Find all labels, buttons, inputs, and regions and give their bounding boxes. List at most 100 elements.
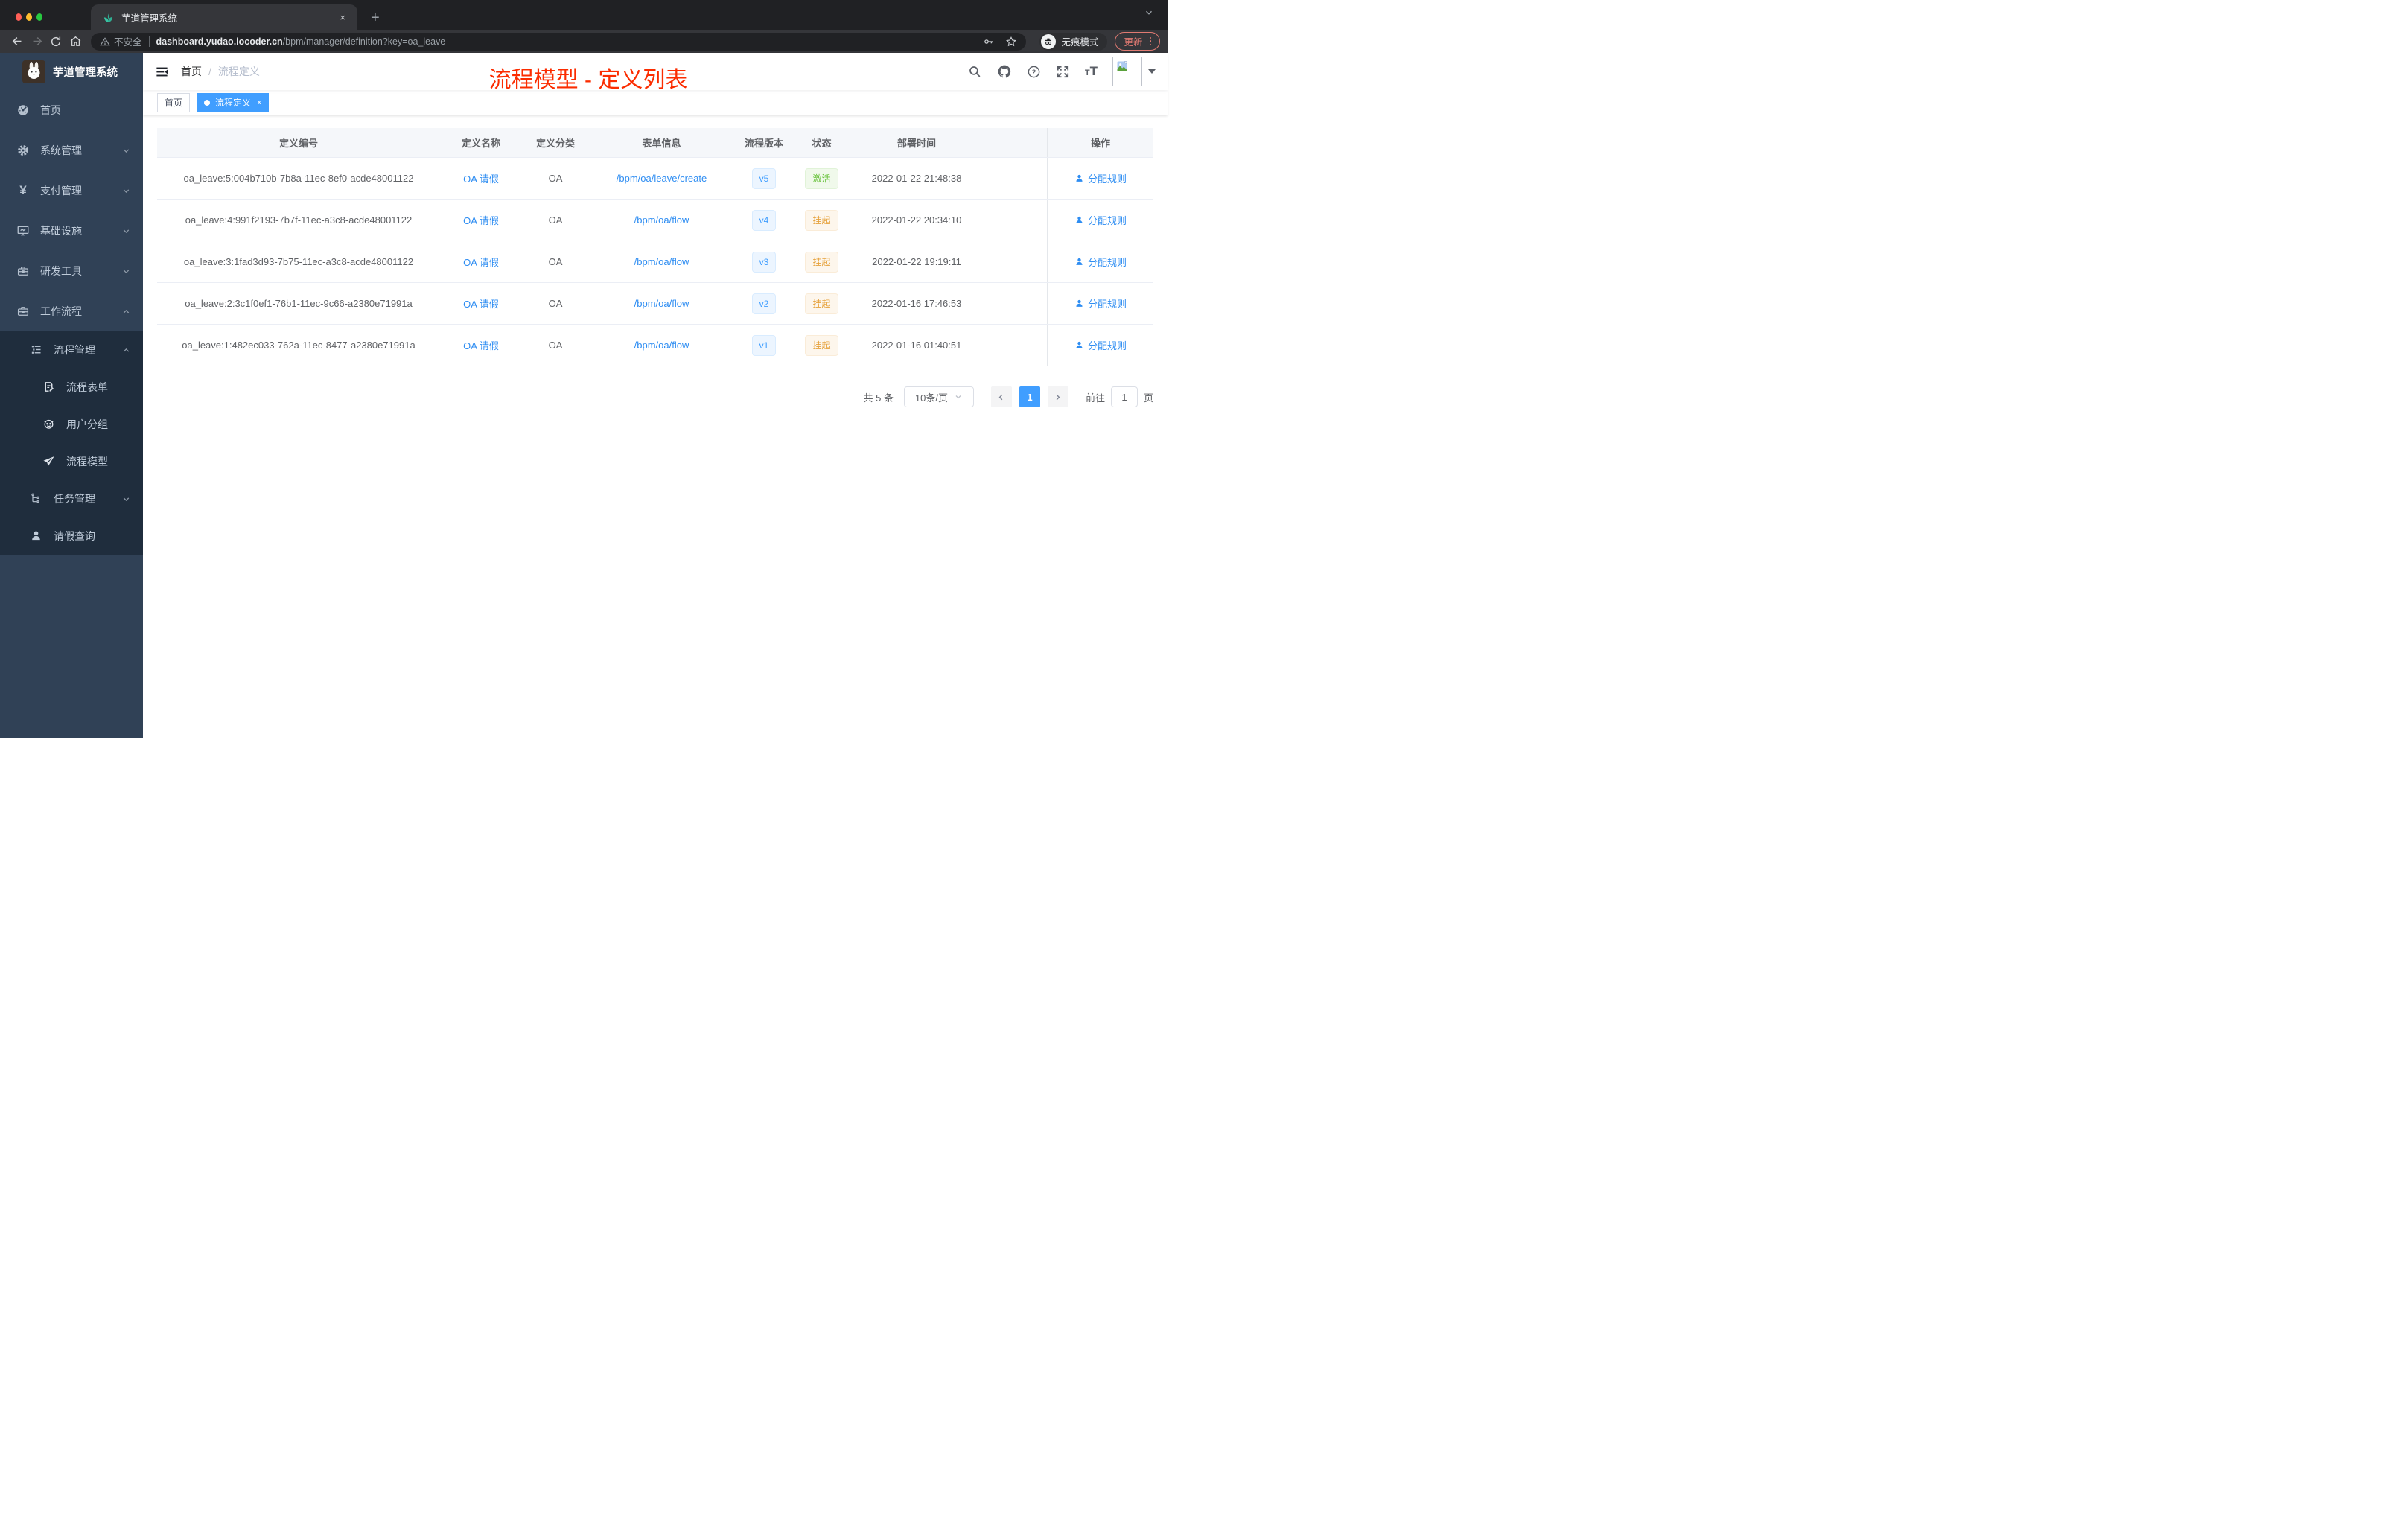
forward-icon[interactable] [27,32,46,51]
form-info-link[interactable]: /bpm/oa/flow [634,298,689,309]
sidebar-item-system[interactable]: 系统管理 [0,130,143,171]
incognito-icon [1041,34,1057,49]
page-number-1[interactable]: 1 [1019,386,1040,407]
form-info-link[interactable]: /bpm/oa/leave/create [617,173,707,184]
sidebar-item-label: 流程管理 [54,344,95,356]
active-dot-icon [204,99,211,106]
workflow-icon [16,305,30,318]
sidebar-item-label: 请假查询 [54,530,95,542]
dashboard-icon [16,104,30,117]
assign-rule-link[interactable]: 分配规则 [1074,213,1127,227]
form-info-link[interactable]: /bpm/oa/flow [634,340,689,351]
tags-view-bar: 首页 流程定义 × [143,90,1168,115]
person-icon [30,529,43,543]
sidebar-item-payment[interactable]: ¥ 支付管理 [0,171,143,211]
sidebar-item-task-management[interactable]: 任务管理 [0,480,143,518]
browser-update-button[interactable]: 更新 [1115,32,1160,51]
new-tab-button[interactable]: + [371,10,380,25]
update-label: 更新 [1124,37,1143,48]
list-icon [30,343,43,357]
window-minimize-button[interactable] [26,13,32,21]
tab-close-icon[interactable]: × [337,12,348,23]
tab-search-chevron-icon[interactable] [1144,7,1154,18]
breadcrumb-home-link[interactable]: 首页 [181,64,202,79]
form-info-link[interactable]: /bpm/oa/flow [634,214,689,226]
reload-icon[interactable] [46,32,66,51]
browser-tab[interactable]: 芋道管理系统 × [91,4,357,30]
column-header: 定义分类 [535,138,575,149]
next-page-button[interactable] [1047,386,1068,407]
sidebar-item-home[interactable]: 首页 [0,90,143,130]
workflow-submenu: 流程管理 流程表单 用户分组 流程模型 任务管理 请假查询 [0,331,143,555]
sidebar-item-process-management[interactable]: 流程管理 [0,331,143,369]
definition-name-link[interactable]: OA 请假 [463,255,499,269]
task-tree-icon [30,492,43,506]
chevron-down-icon [121,146,131,156]
user-icon [1076,341,1083,348]
user-icon [1076,174,1083,182]
assign-rule-link[interactable]: 分配规则 [1074,296,1127,311]
sidebar-item-label: 任务管理 [54,493,95,505]
navbar-actions: ? TT [968,57,1156,86]
chevron-down-icon [121,226,131,236]
sidebar-item-label: 支付管理 [40,185,82,197]
home-icon[interactable] [66,32,85,51]
site-security[interactable]: 不安全 [100,34,142,48]
back-icon[interactable] [7,32,27,51]
window-maximize-button[interactable] [36,13,42,21]
version-badge: v5 [751,168,777,189]
sidebar-item-infrastructure[interactable]: 基础设施 [0,211,143,251]
font-size-icon[interactable]: TT [1085,64,1098,79]
user-icon [1076,216,1083,223]
window-close-button[interactable] [16,13,22,21]
app-navbar: 首页 / 流程定义 ? TT [143,53,1168,90]
goto-page-input[interactable] [1110,386,1138,407]
pagination-total: 共 5 条 [863,392,894,404]
tag-process-definition[interactable]: 流程定义 × [197,92,270,112]
definition-category: OA [548,298,563,309]
definition-table: 定义编号 定义名称 定义分类 表单信息 流程版本 状态 部署时间 操作 oa_l… [157,128,1153,366]
svg-text:?: ? [1032,68,1036,75]
select-chevron-icon [955,395,961,399]
user-avatar-menu[interactable] [1112,57,1156,86]
definition-name-link[interactable]: OA 请假 [463,296,499,311]
sidebar-item-process-model[interactable]: 流程模型 [0,443,143,480]
github-icon[interactable] [997,64,1012,79]
tag-close-icon[interactable]: × [257,98,261,107]
fullscreen-icon[interactable] [1056,65,1070,79]
chevron-down-icon [121,494,131,504]
sidebar: 芋道管理系统 首页 系统管理 ¥ 支付管理 基础设施 研发工具 工作流程 流程管… [0,53,143,738]
assign-rule-link[interactable]: 分配规则 [1074,171,1127,185]
tag-home[interactable]: 首页 [157,92,191,112]
table-header-row: 定义编号 定义名称 定义分类 表单信息 流程版本 状态 部署时间 操作 [157,128,1153,158]
browser-menu-dots-icon[interactable] [1149,36,1151,46]
assign-rule-link[interactable]: 分配规则 [1074,255,1127,269]
help-question-icon[interactable]: ? [1027,65,1041,79]
form-info-link[interactable]: /bpm/oa/flow [634,256,689,267]
prev-page-button[interactable] [990,386,1012,407]
sidebar-item-leave-query[interactable]: 请假查询 [0,518,143,555]
assign-rule-link[interactable]: 分配规则 [1074,338,1127,352]
bookmark-star-icon[interactable] [1005,36,1017,48]
definition-name-link[interactable]: OA 请假 [463,171,499,185]
definition-id: oa_leave:5:004b710b-7b8a-11ec-8ef0-acde4… [183,173,414,184]
sidebar-item-user-group[interactable]: 用户分组 [0,406,143,443]
sidebar-logo[interactable]: 芋道管理系统 [0,53,143,90]
search-icon[interactable] [968,65,982,79]
browser-toolbar: 不安全 dashboard.yudao.iocoder.cn/bpm/manag… [0,30,1168,53]
sidebar-item-workflow[interactable]: 工作流程 [0,291,143,331]
definition-id: oa_leave:1:482ec033-762a-11ec-8477-a2380… [182,340,415,351]
sidebar-item-dev-tools[interactable]: 研发工具 [0,251,143,291]
sidebar-item-process-form[interactable]: 流程表单 [0,369,143,406]
goto-label: 前往 [1085,392,1105,404]
caret-down-icon [1148,69,1156,74]
password-key-icon[interactable] [983,36,995,48]
definition-name-link[interactable]: OA 请假 [463,338,499,352]
address-bar[interactable]: 不安全 dashboard.yudao.iocoder.cn/bpm/manag… [91,32,1027,51]
definition-category: OA [548,214,563,226]
status-badge: 挂起 [805,334,838,356]
page-size-select[interactable]: 10条/页 [903,386,974,407]
definition-name-link[interactable]: OA 请假 [463,213,499,227]
sidebar-toggle-icon[interactable] [155,65,169,79]
definition-category: OA [548,340,563,351]
